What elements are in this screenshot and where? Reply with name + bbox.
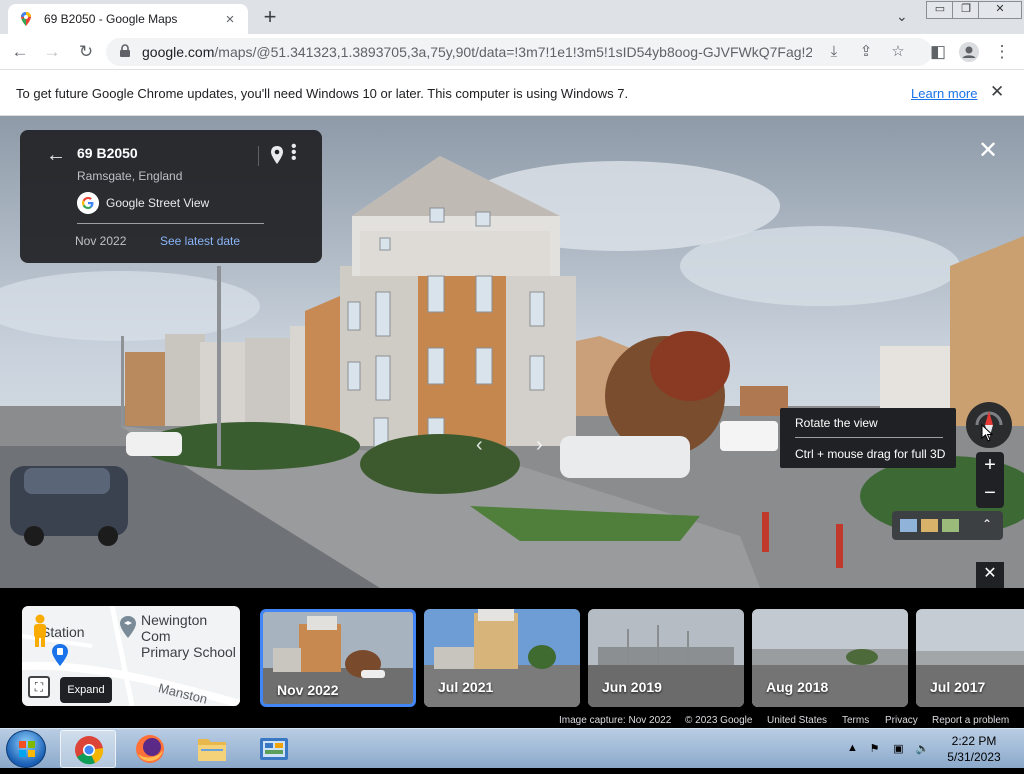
google-maps-icon [21,12,31,26]
network-icon[interactable]: ▣ [891,742,906,756]
share-icon[interactable]: ⇪ [856,42,876,62]
browser-toolbar: ← → ↻ google.com/maps/@51.341323,1.38937… [0,34,1024,70]
side-panel-icon[interactable]: ◧ [926,40,950,64]
thumbnail-jul-2021[interactable]: Jul 2021 [424,609,580,707]
school-pin-icon [120,616,136,638]
taskbar-chrome[interactable] [60,730,116,768]
zoom-out-button[interactable]: − [976,480,1004,508]
tooltip-title: Rotate the view [795,416,878,430]
thumbnail-aug-2018[interactable]: Aug 2018 [752,609,908,707]
url-text[interactable]: google.com/maps/@51.341323,1.3893705,3a,… [142,44,812,60]
taskbar-file-explorer[interactable] [184,730,240,768]
back-arrow-icon[interactable]: ← [46,144,66,167]
taskbar-firefox[interactable] [122,730,178,768]
zoom-control: + − [976,452,1004,508]
map-label-school: Newington Com Primary School [141,612,236,660]
tab-strip: 69 B2050 - Google Maps × + ⌄ ▭ ❐ ✕ [0,0,1024,34]
mouse-cursor-icon [981,424,993,442]
infobar-close-icon[interactable]: ✕ [990,82,1004,102]
expand-chevron-icon[interactable]: ⌃ [982,517,992,531]
chrome-menu-icon[interactable]: ⋮ [990,40,1014,64]
copyright: © 2023 Google [685,715,753,726]
sky-thumbnail-icon [900,519,917,532]
restore-button[interactable]: ❐ [952,1,980,19]
clock-date: 5/31/2023 [947,750,1001,764]
install-app-icon[interactable]: ⤓ [824,42,844,62]
reload-icon[interactable]: ↻ [74,40,98,64]
thumbnail-nov-2022[interactable]: Nov 2022 [260,609,416,707]
control-panel-icon [260,738,288,760]
new-tab-button[interactable]: + [258,6,282,30]
infobar-message: To get future Google Chrome updates, you… [16,86,629,101]
previous-arrow-icon[interactable]: ‹ [476,434,483,457]
region-link[interactable]: United States [767,715,827,726]
back-arrow-icon[interactable]: ← [8,40,32,64]
google-g-logo-icon [77,192,99,214]
zoom-in-button[interactable]: + [976,452,1004,480]
location-card: ← 69 B2050 Ramsgate, England • • • Google … [20,130,322,263]
see-latest-date-link[interactable]: See latest date [160,234,240,248]
tab-title: 69 B2050 - Google Maps [44,12,178,26]
firefox-icon [136,735,164,763]
browser-tab[interactable]: 69 B2050 - Google Maps × [8,4,248,34]
location-subtitle: Ramsgate, England [77,169,183,183]
street-view-source: Google Street View [106,196,210,210]
map-pin-icon[interactable] [270,146,284,164]
lock-icon [120,44,130,57]
tab-close-icon[interactable]: × [222,11,238,28]
clock-time: 2:22 PM [951,734,997,748]
forward-arrow-icon[interactable]: → [40,40,64,64]
tab-search-chevron-icon[interactable]: ⌄ [896,8,908,25]
privacy-link[interactable]: Privacy [885,715,918,726]
rotate-tooltip: Rotate the view Ctrl + mouse drag for fu… [780,408,956,468]
image-capture-date: Image capture: Nov 2022 [559,715,672,726]
pegman-icon[interactable] [30,614,50,648]
expand-map-icon[interactable]: ⛶ [28,676,50,698]
imagery-layer-control[interactable]: ⌃ [892,511,1003,540]
thumbnail-date: Nov 2022 [277,682,339,698]
profile-avatar-icon[interactable] [957,40,981,64]
next-arrow-icon[interactable]: › [536,434,543,457]
terms-link[interactable]: Terms [842,715,869,726]
tooltip-hint: Ctrl + mouse drag for full 3D [795,447,946,461]
divider [258,146,259,166]
windows-taskbar: ▲ ⚑ ▣ 🔈 2:22 PM 5/31/2023 [0,728,1024,768]
thumbnail-date: Jul 2021 [438,679,494,695]
park-thumbnail-icon [942,519,959,532]
map-footer: Image capture: Nov 2022 © 2023 Google Un… [0,714,1024,728]
mini-map[interactable]: Station Newington Com Primary School Mans… [22,606,240,706]
system-clock[interactable]: 2:22 PM 5/31/2023 [942,733,1006,765]
update-infobar: To get future Google Chrome updates, you… [0,70,1024,116]
thumbnail-date: Aug 2018 [766,679,829,695]
learn-more-link[interactable]: Learn more [911,86,977,101]
divider [77,223,264,224]
address-bar[interactable]: google.com/maps/@51.341323,1.3893705,3a,… [106,38,932,66]
folder-icon [198,739,226,761]
windows-start-button[interactable] [6,730,46,768]
window-close-button[interactable]: ✕ [978,1,1022,19]
minimize-button[interactable]: ▭ [926,1,954,19]
thumbnail-jul-2017[interactable]: Jul 2017 [916,609,1024,707]
bookmark-star-icon[interactable]: ☆ [888,42,908,62]
thumbnail-jun-2019[interactable]: Jun 2019 [588,609,744,707]
windows-logo-icon [19,741,35,757]
thumbnail-date: Jul 2017 [930,679,986,695]
building-thumbnail-icon [921,519,938,532]
capture-date: Nov 2022 [75,234,127,248]
more-options-icon[interactable]: • • • [291,139,301,167]
expand-tooltip: Expand [60,677,112,703]
close-filmstrip-button[interactable]: ✕ [976,562,1004,588]
action-center-icon[interactable]: ⚑ [867,742,882,756]
taskbar-control-panel[interactable] [246,730,302,768]
thumbnail-date: Jun 2019 [602,679,662,695]
chrome-icon [75,736,104,765]
report-problem-link[interactable]: Report a problem [932,715,1009,726]
location-title: 69 B2050 [77,145,138,161]
transit-pin-icon [52,644,68,666]
volume-muted-icon[interactable]: 🔈 [915,742,930,756]
divider [795,437,943,438]
show-hidden-icons-chevron[interactable]: ▲ [845,742,860,756]
close-street-view-icon[interactable]: ✕ [978,136,998,165]
